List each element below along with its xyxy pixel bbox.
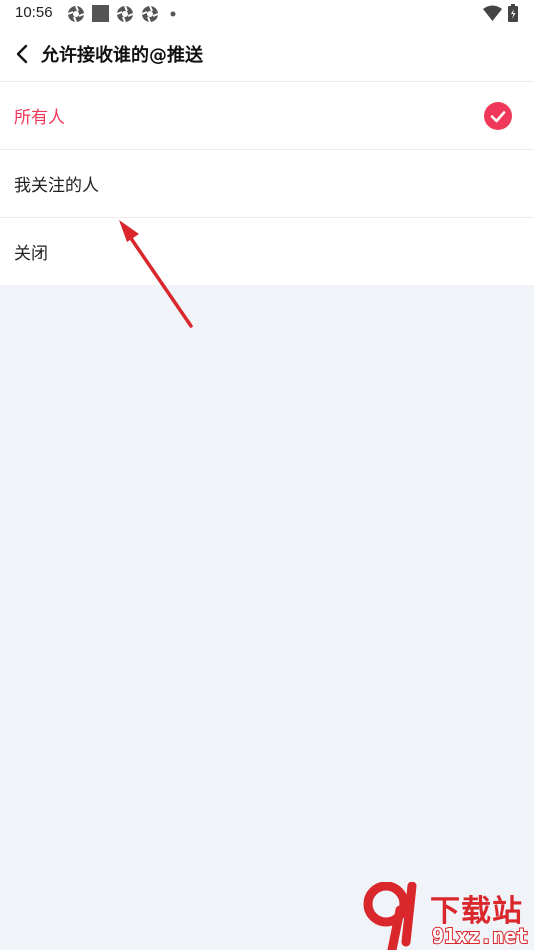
chevron-left-icon[interactable] [10, 41, 36, 67]
page-title: 允许接收谁的@推送 [41, 45, 203, 66]
option-off[interactable]: 关闭 [0, 218, 534, 285]
square-icon [92, 5, 109, 22]
aperture-icon [67, 5, 85, 23]
check-circle-icon [484, 102, 512, 130]
option-label: 我关注的人 [14, 176, 99, 196]
status-bar: 10:56 [0, 0, 534, 28]
wifi-icon [483, 5, 502, 21]
option-label: 关闭 [14, 244, 48, 264]
watermark-domain: 91xz.net [431, 923, 529, 949]
option-list: 所有人 我关注的人 关闭 [0, 82, 534, 285]
app-header: 允许接收谁的@推送 [0, 28, 534, 82]
watermark: 下载站 91xz.net [360, 882, 534, 950]
site-logo-icon [363, 882, 417, 950]
status-time: 10:56 [15, 4, 53, 21]
option-label: 所有人 [14, 108, 65, 128]
battery-icon [508, 4, 518, 22]
dot-icon [170, 11, 176, 17]
aperture-icon [141, 5, 159, 23]
option-following[interactable]: 我关注的人 [0, 150, 534, 218]
option-everyone[interactable]: 所有人 [0, 82, 534, 150]
aperture-icon [116, 5, 134, 23]
